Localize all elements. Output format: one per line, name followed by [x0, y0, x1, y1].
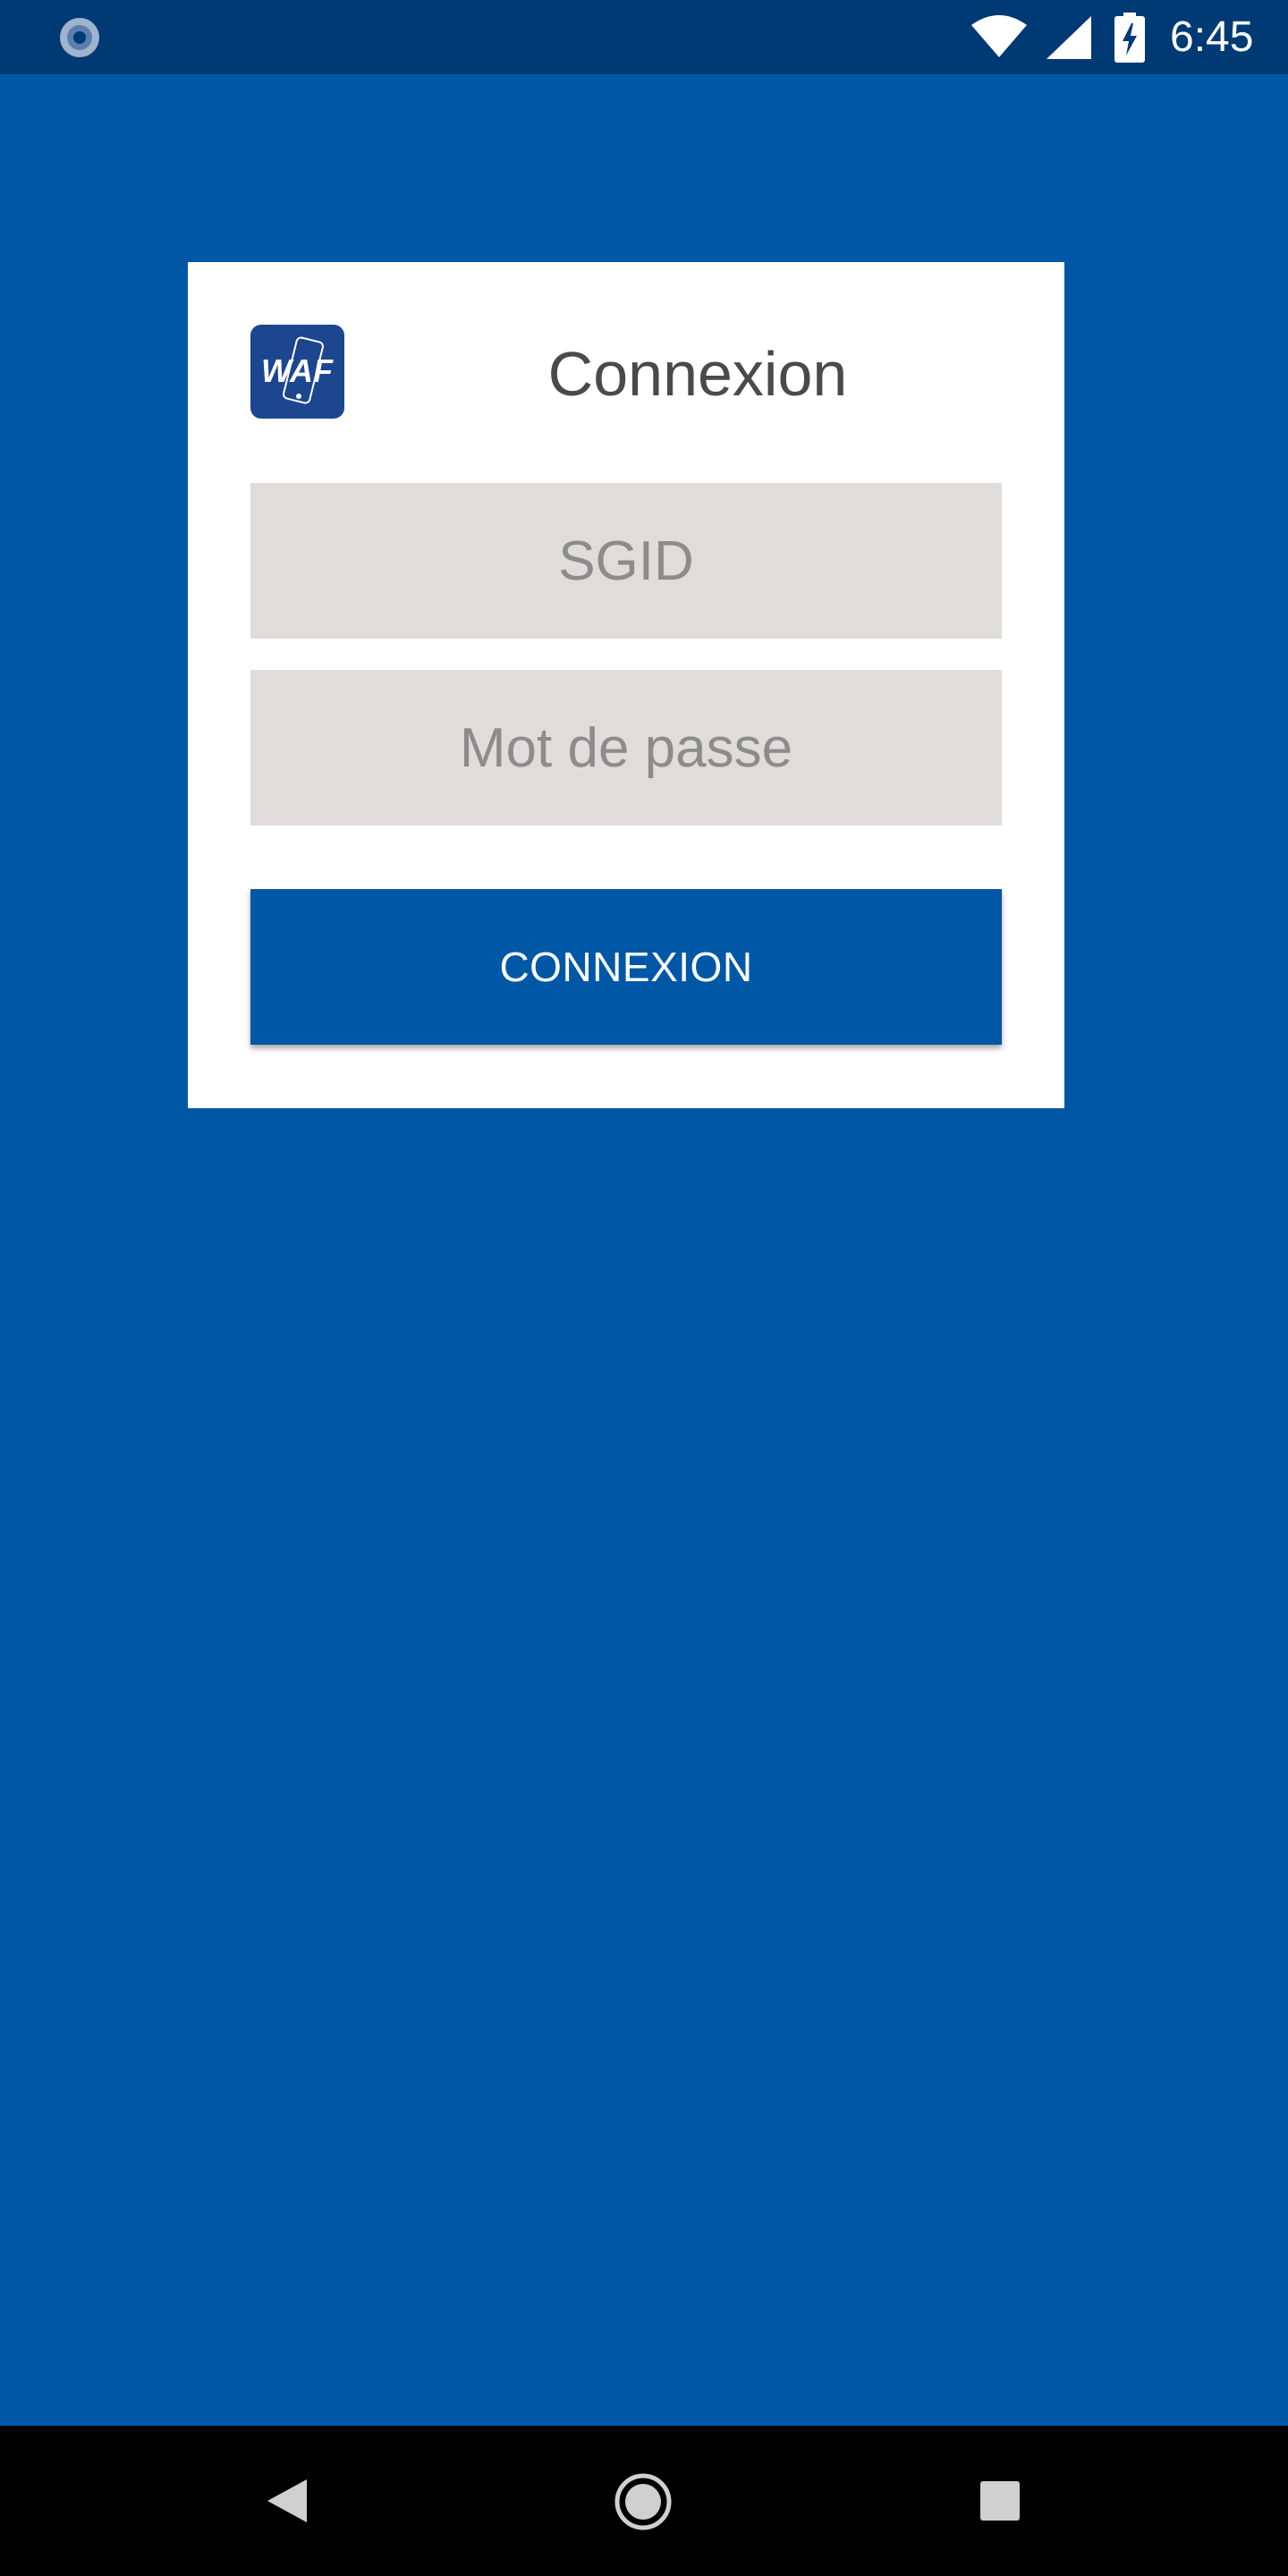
sync-spinner-icon: [60, 18, 99, 57]
battery-charging-icon: [1114, 13, 1145, 63]
login-title: Connexion: [547, 339, 848, 409]
status-bar: 6:45: [0, 0, 1288, 74]
home-icon[interactable]: [614, 2472, 673, 2531]
login-card: WAF Connexion CONNEXION: [188, 262, 1064, 1108]
waf-logo: WAF: [250, 325, 344, 419]
navigation-bar: [0, 2426, 1288, 2576]
back-icon[interactable]: [264, 2476, 309, 2526]
status-time: 6:45: [1170, 13, 1254, 61]
recents-icon[interactable]: [980, 2481, 1020, 2521]
signal-icon: [1046, 16, 1091, 59]
login-button[interactable]: CONNEXION: [250, 889, 1002, 1045]
sgid-input[interactable]: [250, 483, 1002, 639]
password-input[interactable]: [250, 670, 1002, 826]
waf-logo-text: WAF: [261, 352, 334, 389]
status-icons: 6:45: [912, 0, 1288, 74]
wifi-icon: [971, 15, 1027, 57]
